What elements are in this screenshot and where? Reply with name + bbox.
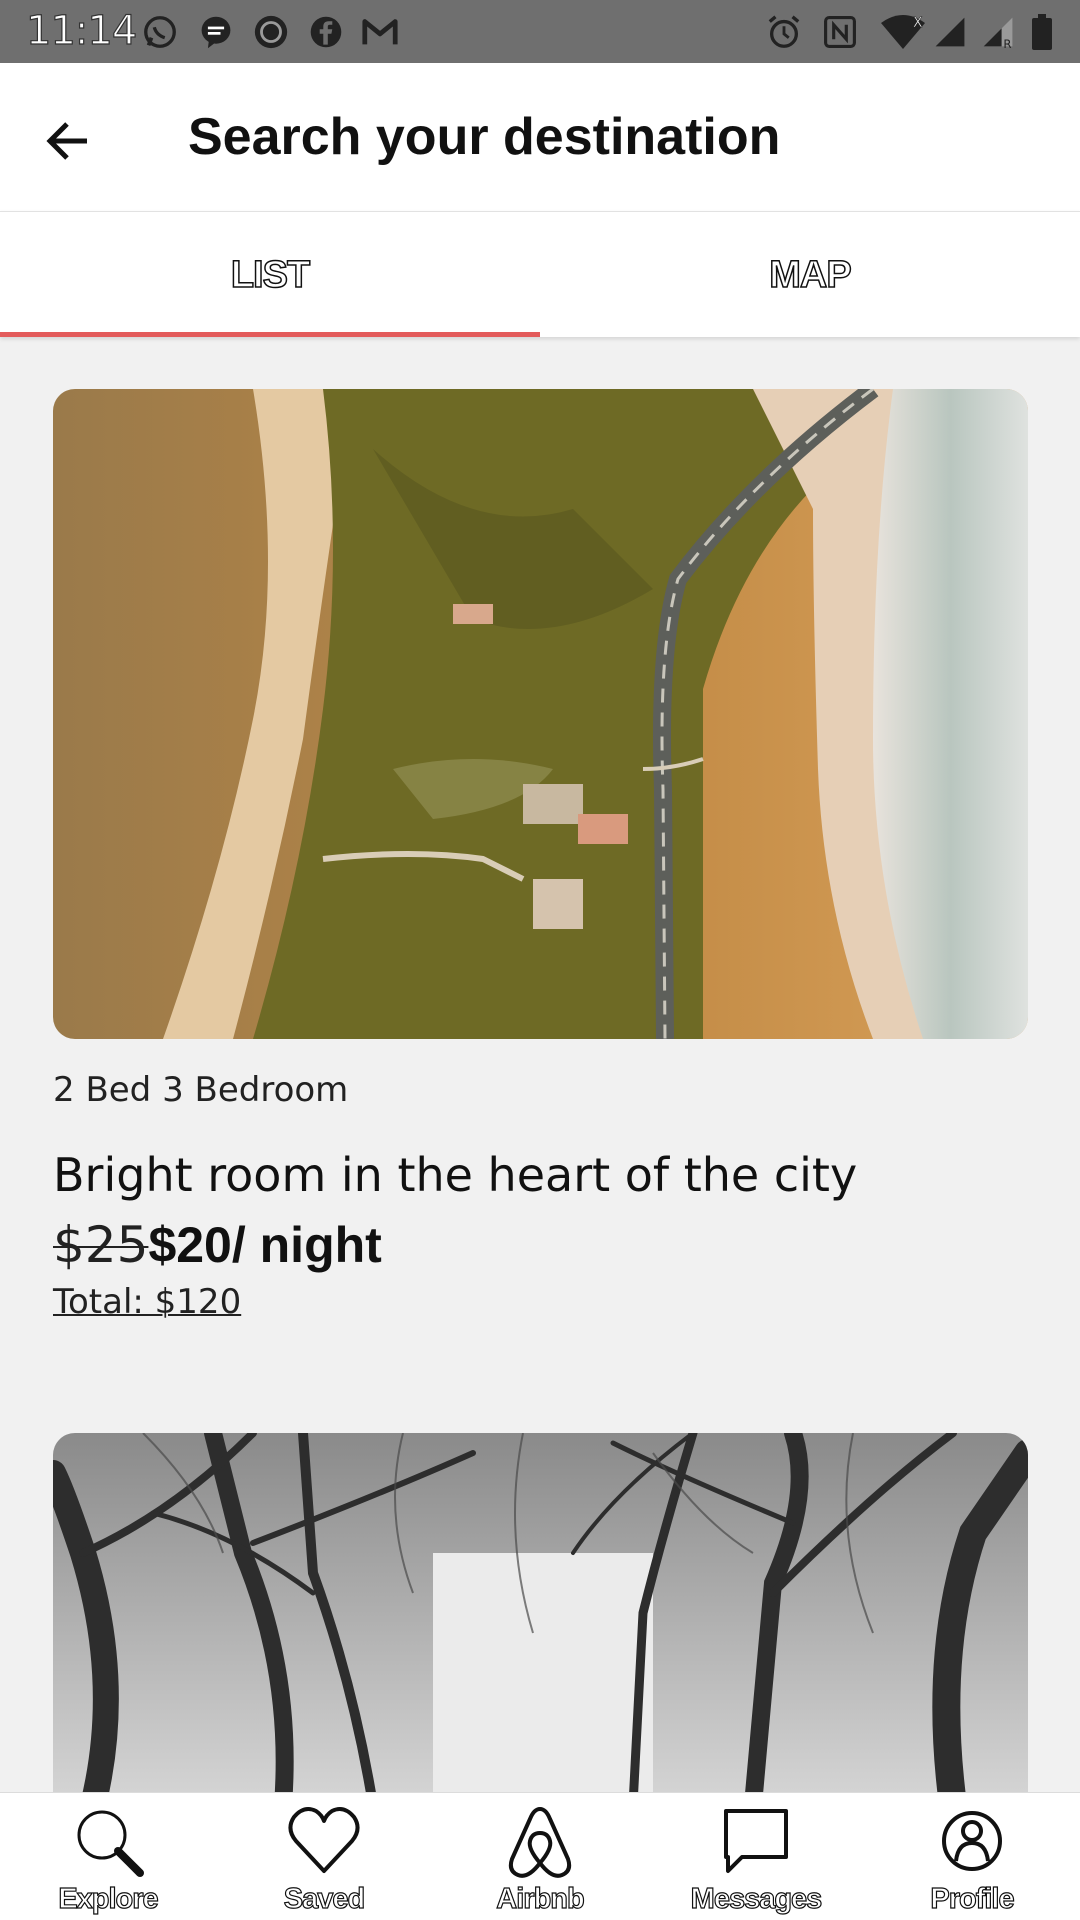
tab-list[interactable]: LIST [0,212,540,338]
wifi-icon: X [878,12,928,52]
nav-airbnb[interactable]: Airbnb [432,1793,648,1920]
nav-label-saved: Saved [283,1882,366,1915]
nav-label-messages: Messages [690,1882,823,1915]
messenger-icon [196,12,236,52]
alarm-icon [764,12,804,52]
price-total-link[interactable]: Total: $120 [53,1282,241,1322]
listing-title[interactable]: Bright room in the heart of the city [53,1148,857,1202]
whatsapp-icon [140,12,180,52]
nav-label-profile: Profile [930,1882,1015,1915]
airbnb-logo-icon [508,1807,572,1878]
listing-photo-winter-forest[interactable] [53,1433,1028,1805]
arrow-left-icon [46,122,87,160]
facebook-icon [306,12,346,52]
record-icon [251,12,291,52]
message-icon [724,1809,788,1873]
nav-saved[interactable]: Saved [216,1793,432,1920]
gmail-icon [360,12,400,52]
app-bar: Search your destination [0,63,1080,211]
price-discounted: $20/ night [148,1217,382,1273]
listing-photo-aerial-beach[interactable] [53,389,1028,1039]
svg-text:R: R [1003,37,1011,50]
page-title: Search your destination [188,108,781,166]
svg-text:X: X [913,15,923,31]
heart-icon [288,1807,360,1873]
status-bar: 11:14 X R [0,0,1080,63]
nav-label-airbnb: Airbnb [496,1882,586,1915]
signal-icon [930,12,970,52]
nav-messages[interactable]: Messages [648,1793,864,1920]
bottom-navigation: Explore Saved Airbnb Messages Profile [0,1792,1080,1920]
nav-profile[interactable]: Profile [864,1793,1080,1920]
tab-bar: LIST MAP [0,211,1080,337]
nav-label-explore: Explore [58,1882,160,1915]
tab-map[interactable]: MAP [540,212,1080,338]
battery-icon [1024,12,1060,52]
status-time: 11:14 [25,7,137,54]
profile-icon [942,1811,1002,1871]
price-original: $25 [53,1216,149,1274]
nav-explore[interactable]: Explore [0,1793,216,1920]
tab-selected-indicator [0,332,540,337]
nfc-icon [820,12,860,52]
listing-subtitle: 2 Bed 3 Bedroom [53,1070,349,1110]
back-button[interactable] [30,103,106,179]
listing-price: $25$20/ night [53,1216,382,1274]
search-icon [75,1808,144,1877]
signal-roaming-icon: R [978,12,1018,52]
